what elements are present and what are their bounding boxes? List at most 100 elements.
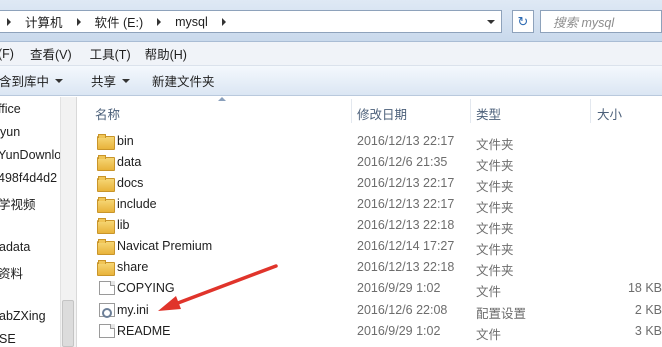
file-date: 2016/12/13 22:18 (357, 218, 455, 232)
folder-icon (97, 239, 115, 255)
file-type: 文件夹 (476, 201, 514, 215)
chevron-right-icon (76, 17, 81, 26)
refresh-button[interactable]: ↻ (512, 10, 534, 33)
command-bar: 含到库中 共享 新建文件夹 (0, 66, 662, 96)
breadcrumb[interactable]: 计算机 软件 (E:) mysql (0, 10, 502, 33)
column-type[interactable]: 类型 (476, 104, 501, 123)
file-type: 文件 (476, 328, 502, 342)
file-date: 2016/12/6 22:08 (357, 303, 448, 317)
file-type: 文件 (476, 285, 502, 299)
menu-help[interactable]: 帮助(H) (140, 44, 192, 63)
nav-item[interactable]: abZXing (0, 309, 46, 323)
column-size[interactable]: 大小 (597, 104, 622, 123)
address-bar-region: 计算机 软件 (E:) mysql ↻ 搜索 mysql (0, 0, 662, 42)
include-in-library-label: 含到库中 (0, 75, 50, 89)
file-icon (99, 324, 115, 338)
file-name: COPYING (117, 281, 175, 295)
file-date: 2016/12/13 22:17 (357, 134, 455, 148)
nav-scrollbar-thumb[interactable] (62, 300, 74, 347)
file-date: 2016/9/29 1:02 (357, 324, 441, 338)
file-type: 文件夹 (476, 180, 514, 194)
file-type: 文件夹 (476, 243, 514, 257)
file-name: include (117, 197, 157, 211)
menu-tools[interactable]: 工具(T) (85, 44, 136, 63)
file-date: 2016/12/13 22:17 (357, 176, 455, 190)
breadcrumb-folder[interactable]: mysql (171, 11, 212, 32)
file-type: 文件夹 (476, 138, 514, 152)
file-date: 2016/12/13 22:17 (357, 197, 455, 211)
file-row[interactable]: data 2016/12/6 21:35 文件夹 (87, 152, 662, 173)
file-date: 2016/12/6 21:35 (357, 155, 448, 169)
file-name: Navicat Premium (117, 239, 213, 253)
breadcrumb-chevron[interactable] (147, 11, 171, 32)
breadcrumb-computer[interactable]: 计算机 (21, 11, 67, 32)
file-name: my.ini (117, 303, 149, 317)
share-label: 共享 (91, 75, 117, 89)
file-row[interactable]: Navicat Premium 2016/12/14 17:27 文件夹 (87, 236, 662, 257)
file-row[interactable]: my.ini 2016/12/6 22:08 配置设置 2 KB (87, 300, 662, 321)
chevron-down-icon (122, 78, 131, 83)
column-divider[interactable] (351, 99, 352, 123)
menu-view[interactable]: 查看(V) (25, 44, 77, 63)
file-row[interactable]: COPYING 2016/9/29 1:02 文件 18 KB (87, 278, 662, 299)
sort-ascending-icon (218, 97, 226, 101)
menu-bar: (F) 查看(V) 工具(T) 帮助(H) (0, 42, 662, 66)
file-size: 3 KB (634, 324, 662, 338)
file-row[interactable]: bin 2016/12/13 22:17 文件夹 (87, 131, 662, 152)
file-row[interactable]: README 2016/9/29 1:02 文件 3 KB (87, 321, 662, 342)
file-icon (99, 281, 115, 295)
file-date: 2016/12/13 22:18 (357, 260, 455, 274)
share-button[interactable]: 共享 (91, 71, 131, 90)
breadcrumb-chevron[interactable] (67, 11, 91, 32)
file-name: data (117, 155, 142, 169)
breadcrumb-chevron[interactable] (212, 11, 236, 32)
new-folder-button[interactable]: 新建文件夹 (152, 71, 215, 90)
file-name: lib (117, 218, 130, 232)
nav-item[interactable]: 学视频 (0, 194, 36, 213)
nav-item[interactable]: adata (0, 240, 30, 254)
search-input[interactable]: 搜索 mysql (540, 10, 662, 33)
file-size: 2 KB (634, 303, 662, 317)
file-type: 文件夹 (476, 264, 514, 278)
file-size: 18 KB (627, 281, 662, 295)
nav-item[interactable]: YunDownlo (0, 148, 61, 162)
include-in-library-button[interactable]: 含到库中 (0, 71, 64, 90)
column-header: 名称 修改日期 类型 大小 (87, 97, 662, 125)
file-type: 文件夹 (476, 159, 514, 173)
chevron-right-icon (157, 17, 162, 26)
nav-item[interactable]: 498f4d4d2 (0, 171, 57, 185)
nav-item[interactable]: yun (0, 125, 20, 139)
file-row[interactable]: share 2016/12/13 22:18 文件夹 (87, 257, 662, 278)
folder-icon (97, 134, 115, 150)
breadcrumb-drive[interactable]: 软件 (E:) (91, 11, 148, 32)
folder-icon (97, 260, 115, 276)
menu-file[interactable]: (F) (0, 47, 19, 61)
chevron-right-icon (7, 17, 11, 26)
chevron-right-icon (221, 17, 226, 26)
file-type: 配置设置 (476, 307, 527, 321)
column-divider[interactable] (470, 99, 471, 123)
folder-icon (97, 176, 115, 192)
column-divider[interactable] (590, 99, 591, 123)
column-date[interactable]: 修改日期 (357, 104, 407, 123)
file-name: docs (117, 176, 144, 190)
folder-icon (97, 218, 115, 234)
file-date: 2016/9/29 1:02 (357, 281, 441, 295)
nav-item[interactable]: ffice (0, 102, 21, 116)
pane-splitter[interactable] (76, 97, 77, 347)
folder-icon (97, 197, 115, 213)
nav-item[interactable]: SE (0, 332, 16, 346)
file-name: bin (117, 134, 134, 148)
breadcrumb-root-chevron[interactable] (0, 11, 21, 32)
file-name: README (117, 324, 171, 338)
file-row[interactable]: docs 2016/12/13 22:17 文件夹 (87, 173, 662, 194)
column-name[interactable]: 名称 (95, 104, 120, 123)
address-history-dropdown[interactable] (483, 11, 499, 32)
file-row[interactable]: lib 2016/12/13 22:18 文件夹 (87, 215, 662, 236)
file-type: 文件夹 (476, 222, 514, 236)
file-date: 2016/12/14 17:27 (357, 239, 455, 253)
file-row[interactable]: include 2016/12/13 22:17 文件夹 (87, 194, 662, 215)
nav-item[interactable]: 资料 (0, 263, 23, 282)
new-folder-label: 新建文件夹 (152, 75, 215, 89)
refresh-icon: ↻ (517, 13, 529, 29)
